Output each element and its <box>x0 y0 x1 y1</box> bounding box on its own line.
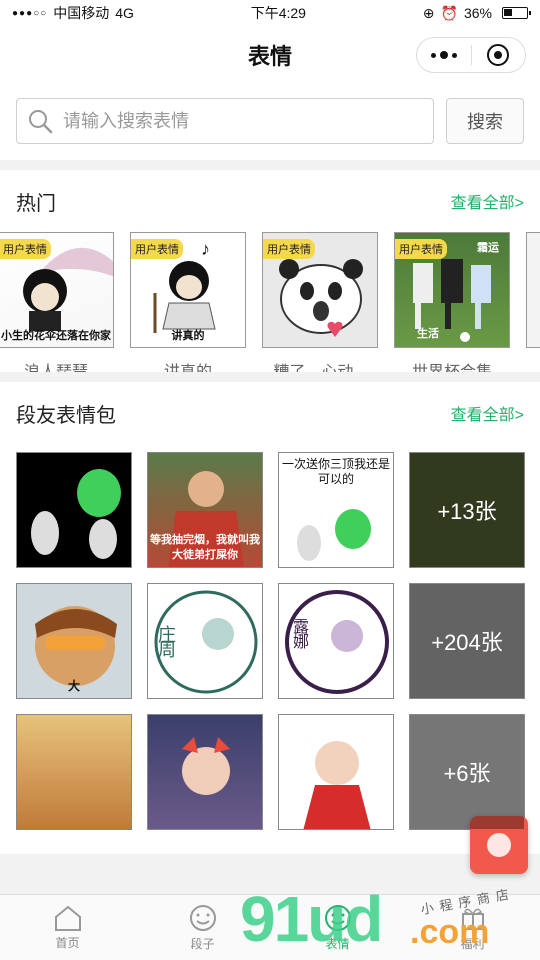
more-icon <box>430 51 457 59</box>
battery-percent: 36% <box>463 5 492 21</box>
page-title: 表情 <box>247 44 292 69</box>
selfie-image <box>182 737 230 795</box>
home-icon <box>54 905 81 931</box>
tab-label: 段子 <box>190 937 215 951</box>
pack-image[interactable]: 大 <box>16 583 132 699</box>
search-input[interactable] <box>63 110 423 132</box>
status-bar: ●●●○○ 中国移动 4G 下午4:29 ⊕ ⏰ 36% <box>0 0 540 26</box>
green-hat-meme-image <box>31 469 121 559</box>
pack-image[interactable]: 庄周 <box>147 583 263 699</box>
pack-caption: 大 <box>67 679 80 693</box>
pack-image[interactable]: 一次送你三顶我还是可以的 <box>278 452 394 568</box>
hot-item[interactable]: 用户表情 ♪ 讲真的 讲真的 <box>130 232 246 372</box>
close-miniprogram-button[interactable] <box>472 38 526 72</box>
hot-item-name: 讲真的 <box>130 358 246 372</box>
pack-image[interactable] <box>278 714 394 830</box>
hot-item-name: 世界杯合集 <box>394 358 510 372</box>
girl-selfie-image <box>303 741 371 829</box>
pack-image[interactable]: 露娜 <box>278 583 394 699</box>
packs-see-all-link[interactable]: 查看全部> <box>451 401 524 425</box>
watermark-logo: 91ud <box>240 883 383 955</box>
hot-thumb-caption: 生活 <box>417 328 439 340</box>
carrier: 中国移动 <box>53 5 110 21</box>
hot-see-all-link[interactable]: 查看全部> <box>451 189 524 213</box>
hot-thumb-caption-top: 霜运 <box>477 242 499 254</box>
hot-item[interactable]: 用户表情 小生的花伞还落在你家 浪人琵琶 <box>0 232 114 372</box>
signal-icon: ●●●○○ <box>12 7 48 19</box>
hot-item-name: 浪人琵琶 <box>0 358 114 372</box>
hot-item[interactable]: 用户表情 糟了，心动... <box>262 232 378 372</box>
tab-home[interactable]: 首页 <box>0 895 135 960</box>
target-icon <box>487 44 510 66</box>
user-emoji-tag: 用户表情 <box>131 239 183 259</box>
hot-thumb: 用户表情 生活 霜运 <box>394 232 510 348</box>
pack-caption: 露娜 <box>292 619 309 651</box>
hot-thumb: 用户表情 ♪ 讲真的 <box>130 232 246 348</box>
hot-section: 热门 查看全部> 用户表情 小生的花伞还落在你家 浪人琵琶 用户表情 ♪ <box>0 170 540 372</box>
pack-image[interactable]: 等我抽完烟，我就叫我大徒弟打屎你 <box>147 452 263 568</box>
pack-caption: 庄周 <box>158 625 176 660</box>
network-type: 4G <box>115 5 134 21</box>
packs-title: 段友表情包 <box>16 404 116 427</box>
hot-item-partial[interactable] <box>526 232 540 372</box>
search-icon <box>29 110 53 134</box>
tab-label: 首页 <box>55 936 80 950</box>
user-emoji-tag: 用户表情 <box>0 239 51 259</box>
hot-thumb-caption: 讲真的 <box>171 330 205 342</box>
nav-bar: 表情 <box>0 26 540 84</box>
more-count-overlay: +6张 <box>410 715 524 829</box>
packs-section: 段友表情包 查看全部> 等我抽完烟，我就叫我大徒弟打屎你 一次送你三顶我还是可以… <box>0 382 540 854</box>
hot-item-name: 糟了，心动... <box>262 358 378 372</box>
hot-item[interactable]: 用户表情 生活 霜运 世界杯合集 <box>394 232 510 372</box>
more-count-overlay: +13张 <box>410 453 524 567</box>
pack-image[interactable] <box>16 714 132 830</box>
pack-image[interactable]: +13张 <box>409 452 525 568</box>
pack-caption: 一次送你三顶我还是可以的 <box>281 457 390 486</box>
hot-title: 热门 <box>16 192 56 215</box>
hot-thumb: 用户表情 小生的花伞还落在你家 <box>0 232 114 348</box>
hot-row: 用户表情 小生的花伞还落在你家 浪人琵琶 用户表情 ♪ <box>0 232 540 372</box>
pack-image[interactable] <box>147 714 263 830</box>
pack-image[interactable] <box>16 452 132 568</box>
hot-thumb <box>526 232 540 348</box>
pack-image[interactable]: +204张 <box>409 583 525 699</box>
user-emoji-tag: 用户表情 <box>263 239 315 259</box>
pack-caption: 等我抽完烟，我就叫我大徒弟打屎你 <box>150 534 260 561</box>
search-row: 搜索 <box>0 84 540 160</box>
clock: 下午4:29 <box>250 5 306 21</box>
smile-icon <box>189 905 216 931</box>
more-count-overlay: +204张 <box>410 584 524 698</box>
packs-grid: 等我抽完烟，我就叫我大徒弟打屎你 一次送你三顶我还是可以的 +13张 大 庄周 … <box>0 444 540 854</box>
fab-icon <box>487 833 511 857</box>
svg-text:♪: ♪ <box>201 239 210 259</box>
user-emoji-tag: 用户表情 <box>395 239 447 259</box>
search-button[interactable]: 搜索 <box>446 98 524 144</box>
battery-icon <box>502 7 531 19</box>
alarm-icon: ⏰ <box>440 4 458 21</box>
hot-thumb: 用户表情 <box>262 232 378 348</box>
more-button[interactable] <box>417 38 471 72</box>
hot-thumb-caption: 小生的花伞还落在你家 <box>1 330 111 342</box>
search-box[interactable] <box>16 98 434 144</box>
rotation-lock-icon: ⊕ <box>422 4 435 21</box>
pack-image[interactable]: +6张 <box>409 714 525 830</box>
watermark-suffix: .com <box>410 913 490 951</box>
capsule-menu <box>416 37 526 73</box>
